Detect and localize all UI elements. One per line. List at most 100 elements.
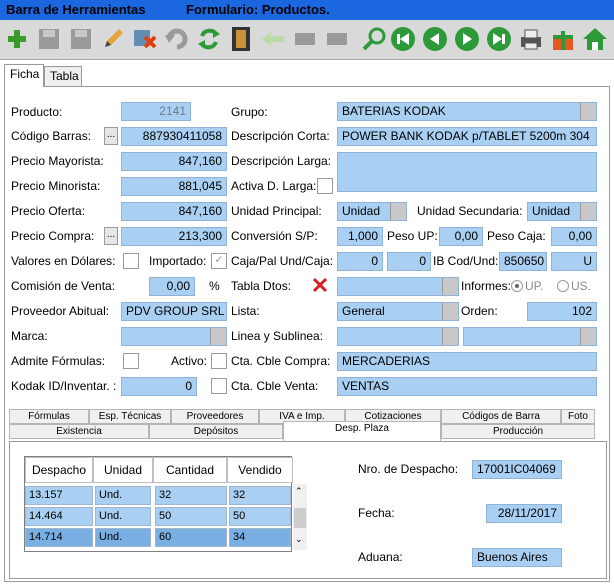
caja-pal-field[interactable]: 0: [337, 252, 383, 271]
add-icon[interactable]: [2, 24, 32, 54]
tab-existencia[interactable]: Existencia: [9, 424, 149, 439]
tabla-dtos-select[interactable]: [337, 277, 459, 296]
grid-scrollbar[interactable]: ⌃ ⌄: [293, 484, 307, 550]
save-icon[interactable]: [34, 24, 64, 54]
print-icon[interactable]: [516, 24, 546, 54]
conversion-field[interactable]: 1,000: [337, 227, 383, 246]
previous-icon[interactable]: [420, 24, 450, 54]
home-icon[interactable]: [580, 24, 610, 54]
precio-mayorista-field[interactable]: 847,160: [121, 152, 227, 171]
back-arrow-icon[interactable]: [258, 24, 288, 54]
ib-cod-field[interactable]: 850650: [499, 252, 547, 271]
precio-oferta-field[interactable]: 847,160: [121, 202, 227, 221]
lista-select[interactable]: General: [337, 302, 459, 321]
cta-venta-field[interactable]: VENTAS: [337, 377, 597, 396]
kodak-id-field[interactable]: 0: [121, 377, 197, 396]
tab-produccion[interactable]: Producción: [441, 424, 595, 439]
table-cell[interactable]: 50: [229, 507, 291, 526]
table-cell[interactable]: 32: [155, 486, 227, 505]
next-icon[interactable]: [452, 24, 482, 54]
desc-larga-field[interactable]: [337, 152, 597, 192]
valores-dolares-checkbox[interactable]: [123, 253, 139, 269]
activa-d-larga-checkbox[interactable]: [317, 178, 333, 194]
codigo-barras-field[interactable]: 887930411058: [121, 127, 227, 146]
activo-checkbox[interactable]: [211, 353, 227, 369]
first-icon[interactable]: [388, 24, 418, 54]
tab-desp-plaza[interactable]: Desp. Plaza: [283, 421, 441, 441]
table-cell[interactable]: Und.: [95, 507, 151, 526]
precio-compra-field[interactable]: 213,300: [121, 227, 227, 246]
ib-und-field[interactable]: U: [551, 252, 597, 271]
precio-minorista-field[interactable]: 881,045: [121, 177, 227, 196]
table-cell[interactable]: 32: [229, 486, 291, 505]
table-cell[interactable]: 14.464: [25, 507, 93, 526]
codigo-barras-browse-button[interactable]: ...: [104, 127, 118, 145]
despachos-grid[interactable]: Despacho Unidad Cantidad Vendido 13.157 …: [24, 456, 307, 552]
precio-compra-browse-button[interactable]: ...: [104, 227, 118, 245]
peso-caja-field[interactable]: 0,00: [551, 227, 597, 246]
chevron-down-icon[interactable]: [442, 328, 458, 345]
chevron-down-icon[interactable]: [580, 203, 596, 220]
disabled-icon[interactable]: [290, 24, 320, 54]
table-cell[interactable]: Und.: [95, 528, 151, 547]
table-cell[interactable]: 60: [155, 528, 227, 547]
delete-icon[interactable]: [130, 24, 160, 54]
last-icon[interactable]: [484, 24, 514, 54]
unidad-secundaria-select[interactable]: Unidad: [527, 202, 597, 221]
edit-icon[interactable]: [98, 24, 128, 54]
peso-up-field[interactable]: 0,00: [439, 227, 483, 246]
film-icon[interactable]: [226, 24, 256, 54]
fecha-field[interactable]: 28/11/2017: [486, 504, 562, 523]
disabled-icon-2[interactable]: [322, 24, 352, 54]
save-disabled-icon[interactable]: [66, 24, 96, 54]
desc-corta-field[interactable]: POWER BANK KODAK p/TABLET 5200m 304: [337, 127, 597, 146]
gift-icon[interactable]: [548, 24, 578, 54]
tab-depositos[interactable]: Depósitos: [149, 424, 283, 439]
nro-despacho-field[interactable]: 17001IC04069: [472, 460, 562, 479]
grupo-select[interactable]: BATERIAS KODAK: [337, 102, 597, 121]
linea-select[interactable]: [337, 327, 459, 346]
chevron-down-icon[interactable]: ⌄: [295, 534, 303, 545]
chevron-down-icon[interactable]: [390, 203, 406, 220]
chevron-up-icon[interactable]: ⌃: [295, 486, 303, 497]
table-cell[interactable]: 13.157: [25, 486, 93, 505]
chevron-down-icon[interactable]: [442, 303, 458, 320]
chevron-down-icon[interactable]: [210, 328, 226, 345]
tab-esp-tecnicas[interactable]: Esp. Técnicas: [89, 409, 171, 424]
tab-proveedores[interactable]: Proveedores: [171, 409, 259, 424]
tab-codigos-barra[interactable]: Códigos de Barra: [441, 409, 561, 424]
tab-formulas[interactable]: Fórmulas: [9, 409, 89, 424]
cta-venta-checkbox[interactable]: [211, 378, 227, 394]
search-icon[interactable]: [360, 24, 390, 54]
table-cell[interactable]: Und.: [95, 486, 151, 505]
marca-select[interactable]: [121, 327, 227, 346]
clear-icon[interactable]: [311, 276, 329, 294]
cta-compra-field[interactable]: MERCADERIAS: [337, 352, 597, 371]
comision-field[interactable]: 0,00: [149, 277, 195, 296]
tab-foto[interactable]: Foto: [561, 409, 595, 424]
admite-formulas-checkbox[interactable]: [123, 353, 139, 369]
tab-ficha[interactable]: Ficha: [4, 64, 44, 87]
table-cell[interactable]: 14.714: [25, 528, 93, 547]
informes-us-radio[interactable]: [557, 280, 569, 292]
aduana-field[interactable]: Buenos Aires: [472, 548, 562, 567]
producto-field[interactable]: 2141: [121, 102, 191, 121]
und-caja-field[interactable]: 0: [387, 252, 431, 271]
column-header-cantidad[interactable]: Cantidad: [153, 457, 227, 483]
scrollbar-thumb[interactable]: [294, 508, 306, 528]
importado-checkbox[interactable]: ✓: [211, 253, 227, 269]
orden-field[interactable]: 102: [527, 302, 597, 321]
chevron-down-icon[interactable]: [580, 103, 596, 120]
table-cell[interactable]: 34: [229, 528, 291, 547]
column-header-unidad[interactable]: Unidad: [93, 457, 153, 483]
chevron-down-icon[interactable]: [442, 278, 458, 295]
unidad-principal-select[interactable]: Unidad: [337, 202, 407, 221]
column-header-vendido[interactable]: Vendido: [227, 457, 293, 483]
column-header-despacho[interactable]: Despacho: [25, 457, 93, 483]
chevron-down-icon[interactable]: [580, 328, 596, 345]
proveedor-field[interactable]: PDV GROUP SRL: [121, 302, 227, 321]
informes-up-radio[interactable]: [511, 280, 523, 292]
table-cell[interactable]: 50: [155, 507, 227, 526]
sublinea-select[interactable]: [463, 327, 597, 346]
undo-icon[interactable]: [162, 24, 192, 54]
